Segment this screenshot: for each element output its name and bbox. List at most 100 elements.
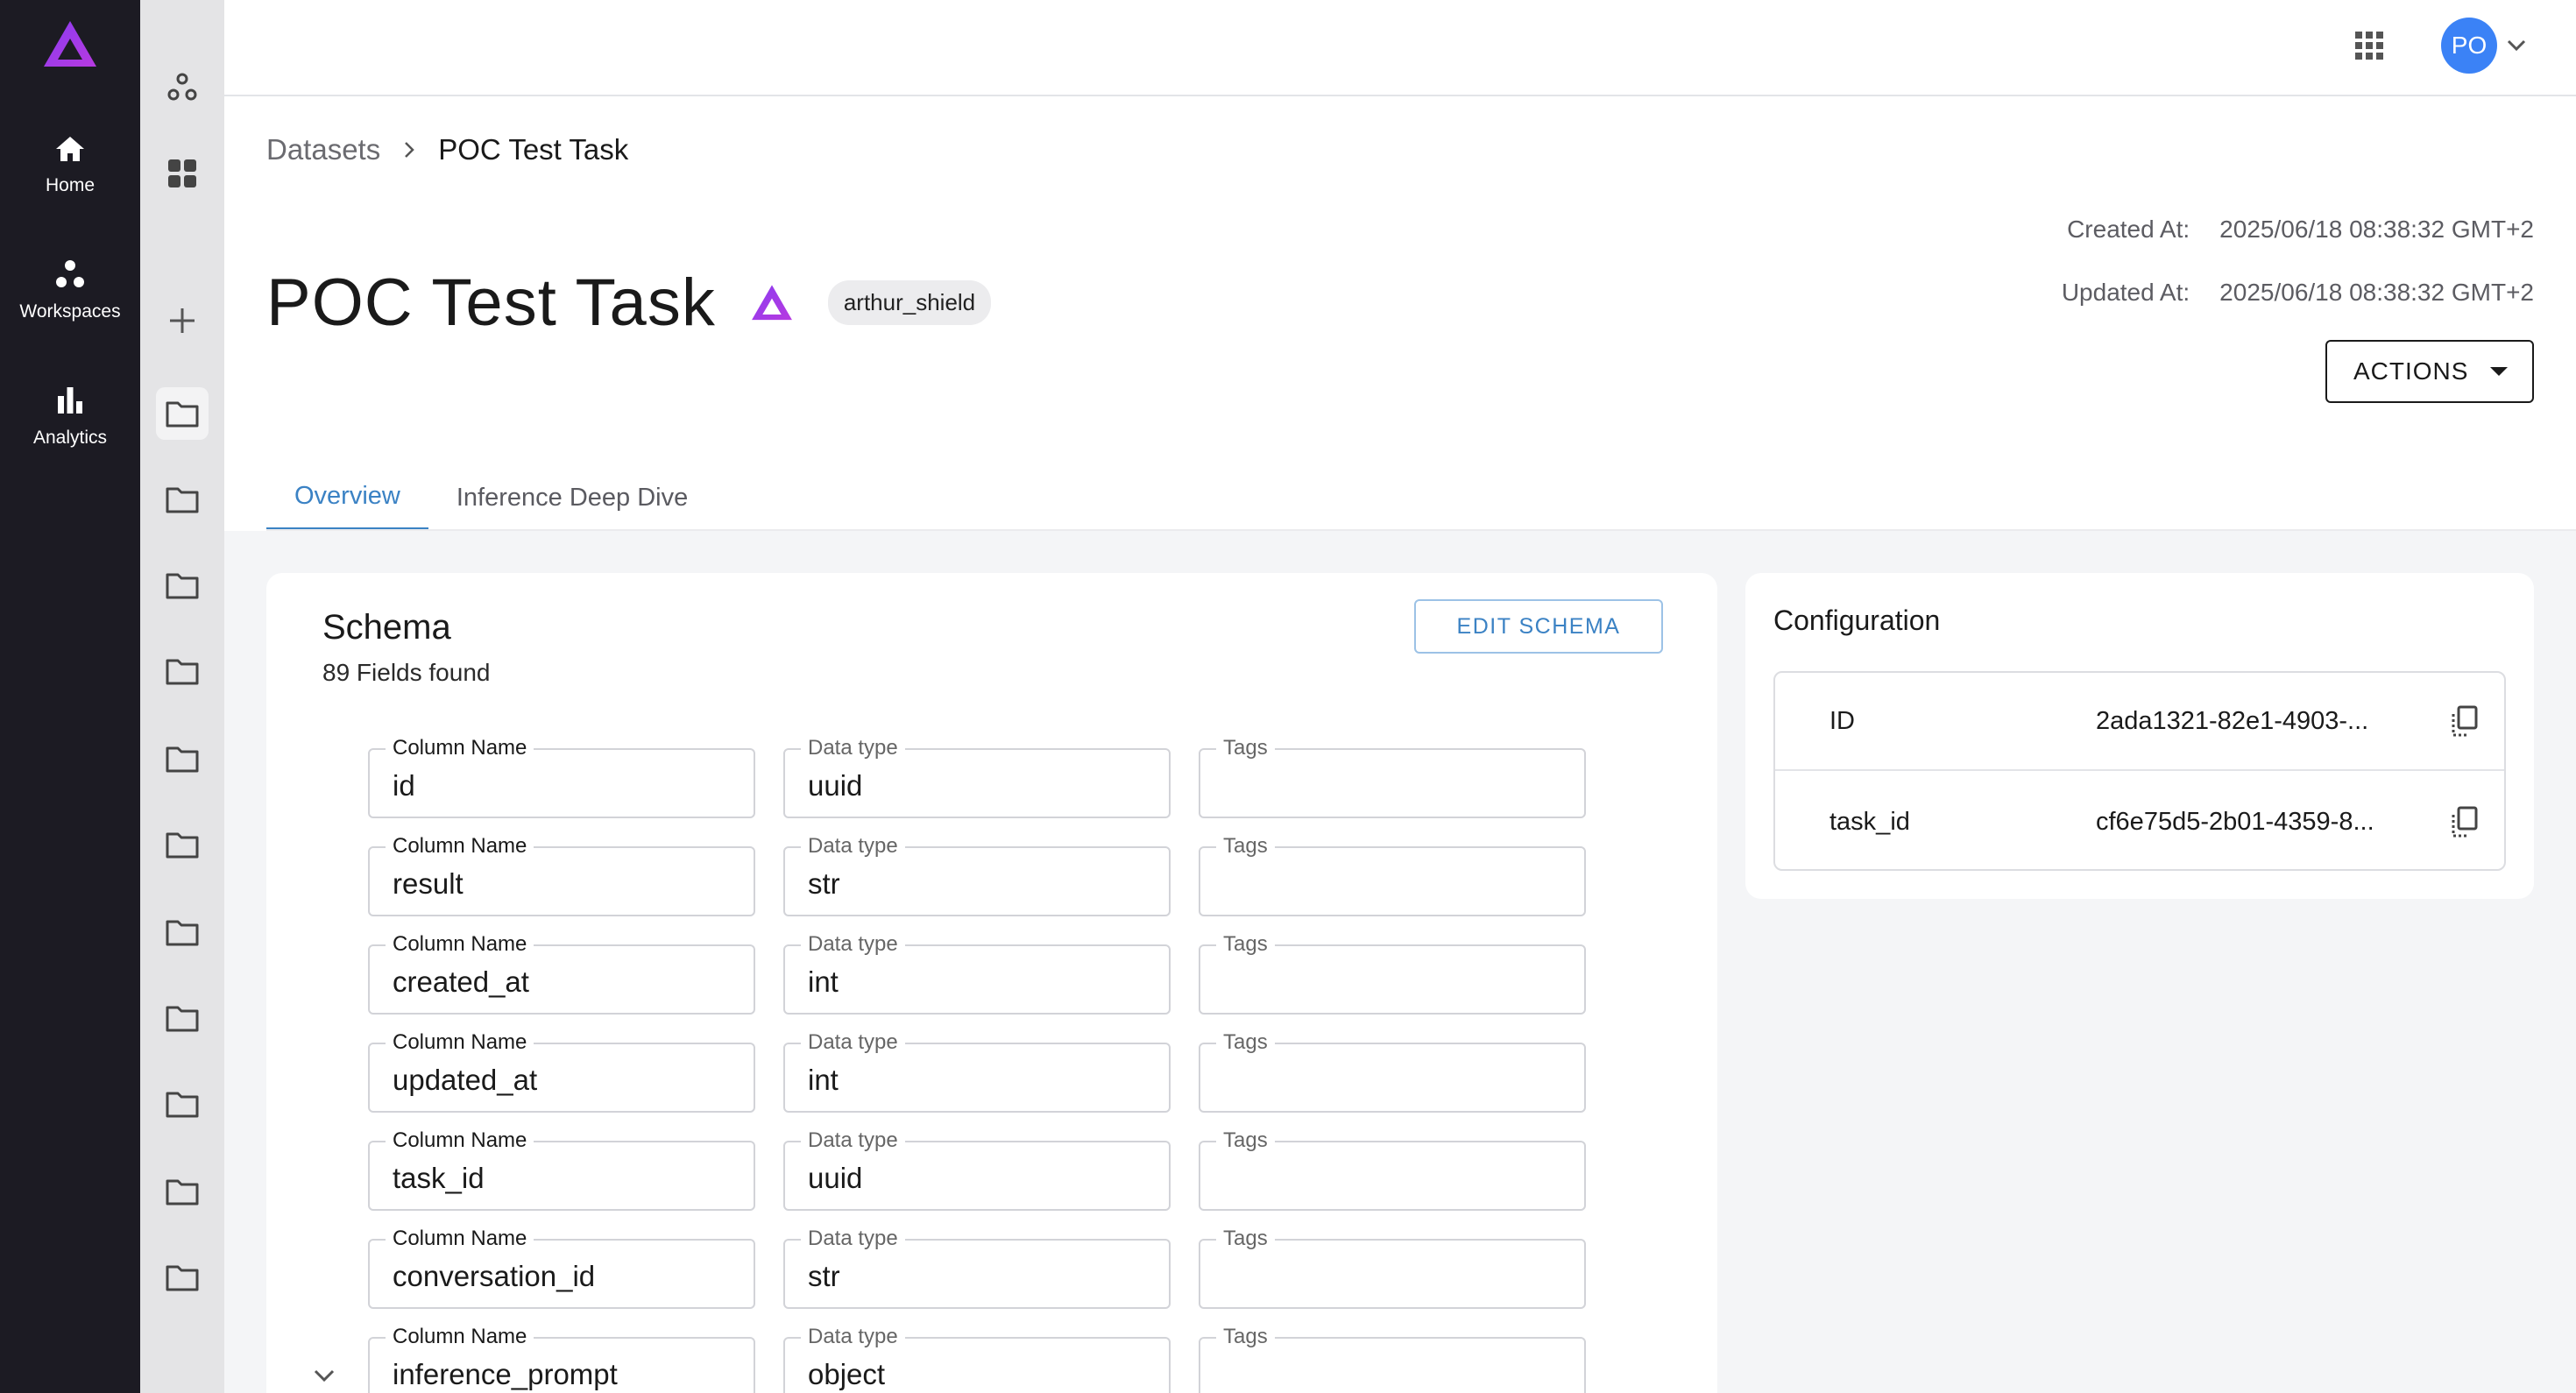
folder-icon (166, 832, 199, 859)
rail-add-button[interactable] (156, 294, 209, 347)
field-value: updated_at (393, 1064, 538, 1096)
nav-item-home[interactable]: Home (0, 130, 140, 196)
data-type-field[interactable]: Data type int (783, 1030, 1171, 1113)
secondary-rail (140, 0, 224, 1393)
chevron-down-icon[interactable] (308, 1360, 340, 1391)
data-type-field[interactable]: Data type str (783, 1227, 1171, 1309)
rail-folder[interactable] (156, 473, 209, 526)
tags-field[interactable]: Tags (1199, 1128, 1586, 1211)
field-value: id (393, 769, 415, 802)
tab-inference-deep-dive[interactable]: Inference Deep Dive (428, 464, 716, 531)
field-label: Column Name (386, 1128, 534, 1153)
nav-item-workspaces[interactable]: Workspaces (0, 256, 140, 322)
folder-icon (166, 659, 199, 685)
schema-card: Schema 89 Fields found EDIT SCHEMA Colum… (266, 573, 1717, 1393)
rail-dashboard-button[interactable] (156, 147, 209, 200)
folder-icon (166, 1006, 199, 1032)
copy-icon[interactable] (2446, 804, 2481, 839)
data-type-field[interactable]: Data type int (783, 932, 1171, 1015)
avatar-initials: PO (2451, 32, 2488, 59)
rail-folder[interactable] (156, 559, 209, 612)
folder-icon (166, 1179, 199, 1206)
breadcrumb: Datasets POC Test Task (266, 133, 628, 166)
primary-nav: Home Workspaces Analytics (0, 0, 140, 1393)
breadcrumb-datasets-link[interactable]: Datasets (266, 133, 380, 166)
field-label: Tags (1216, 834, 1275, 859)
field-value: int (808, 1064, 839, 1096)
nav-item-analytics[interactable]: Analytics (0, 382, 140, 449)
nav-analytics-label: Analytics (32, 428, 108, 448)
column-name-field[interactable]: Column Name id (368, 736, 755, 818)
field-label: Data type (801, 834, 905, 859)
rail-folder[interactable] (156, 818, 209, 871)
field-value: inference_prompt (393, 1358, 618, 1390)
data-type-field[interactable]: Data type object (783, 1325, 1171, 1393)
data-type-field[interactable]: Data type uuid (783, 736, 1171, 818)
actions-label: ACTIONS (2353, 357, 2469, 385)
config-value: 2ada1321-82e1-4903-... (2096, 706, 2369, 735)
tags-field[interactable]: Tags (1199, 1030, 1586, 1113)
field-label: Data type (801, 1227, 905, 1251)
folder-icon (166, 573, 199, 599)
workspaces-outline-icon (167, 73, 197, 101)
tags-field[interactable]: Tags (1199, 1227, 1586, 1309)
top-bar: PO (224, 0, 2576, 96)
schema-field-count: 89 Fields found (322, 659, 491, 686)
configuration-title: Configuration (1773, 605, 1941, 636)
field-value: created_at (393, 965, 529, 998)
user-avatar[interactable]: PO (2441, 18, 2497, 74)
tags-field[interactable]: Tags (1199, 1325, 1586, 1393)
column-name-field[interactable]: Column Name inference_prompt (368, 1325, 755, 1393)
column-name-field[interactable]: Column Name created_at (368, 932, 755, 1015)
data-type-field[interactable]: Data type uuid (783, 1128, 1171, 1211)
rail-folder[interactable] (156, 1078, 209, 1130)
field-value: result (393, 867, 464, 900)
column-name-field[interactable]: Column Name updated_at (368, 1030, 755, 1113)
field-label: Data type (801, 1325, 905, 1349)
updated-at-value: 2025/06/18 08:38:32 GMT+2 (2219, 279, 2534, 306)
dataset-tag-chip: arthur_shield (827, 280, 992, 325)
edit-schema-button[interactable]: EDIT SCHEMA (1414, 599, 1663, 654)
field-label: Column Name (386, 736, 534, 760)
chevron-down-icon[interactable] (2504, 33, 2529, 58)
configuration-table: ID 2ada1321-82e1-4903-... task_id cf6e75… (1773, 671, 2506, 871)
rail-folder[interactable] (156, 906, 209, 958)
arthur-shield-logo-icon (751, 284, 792, 320)
config-value: cf6e75d5-2b01-4359-8... (2096, 807, 2374, 836)
breadcrumb-current: POC Test Task (438, 133, 629, 166)
folder-icon (166, 920, 199, 946)
page-title: POC Test Task (266, 265, 716, 340)
actions-dropdown-button[interactable]: ACTIONS (2325, 340, 2534, 403)
rail-folder-active[interactable] (156, 387, 209, 440)
field-label: Column Name (386, 834, 534, 859)
arthur-logo-icon[interactable] (40, 18, 100, 72)
tags-field[interactable]: Tags (1199, 834, 1586, 916)
tags-field[interactable]: Tags (1199, 736, 1586, 818)
field-label: Column Name (386, 1325, 534, 1349)
column-name-field[interactable]: Column Name conversation_id (368, 1227, 755, 1309)
apps-grid-icon[interactable] (2353, 30, 2385, 61)
rail-folder[interactable] (156, 1165, 209, 1218)
field-label: Tags (1216, 1325, 1275, 1349)
copy-icon[interactable] (2446, 704, 2481, 739)
field-label: Data type (801, 932, 905, 957)
rail-folder[interactable] (156, 732, 209, 785)
column-name-field[interactable]: Column Name task_id (368, 1128, 755, 1211)
tab-overview[interactable]: Overview (266, 464, 428, 531)
config-row-id: ID 2ada1321-82e1-4903-... (1775, 673, 2504, 771)
column-name-field[interactable]: Column Name result (368, 834, 755, 916)
rail-folder[interactable] (156, 992, 209, 1044)
tags-field[interactable]: Tags (1199, 932, 1586, 1015)
created-at-label: Created At: (2067, 216, 2190, 243)
plus-icon (170, 308, 195, 333)
rail-workspaces-button[interactable] (156, 61, 209, 114)
field-value: str (808, 1260, 840, 1292)
nav-workspaces-label: Workspaces (19, 301, 121, 322)
created-at-value: 2025/06/18 08:38:32 GMT+2 (2219, 216, 2534, 243)
rail-folder[interactable] (156, 1251, 209, 1304)
field-value: conversation_id (393, 1260, 596, 1292)
field-value: uuid (808, 769, 863, 802)
rail-folder[interactable] (156, 645, 209, 697)
config-key: task_id (1829, 807, 1910, 836)
data-type-field[interactable]: Data type str (783, 834, 1171, 916)
